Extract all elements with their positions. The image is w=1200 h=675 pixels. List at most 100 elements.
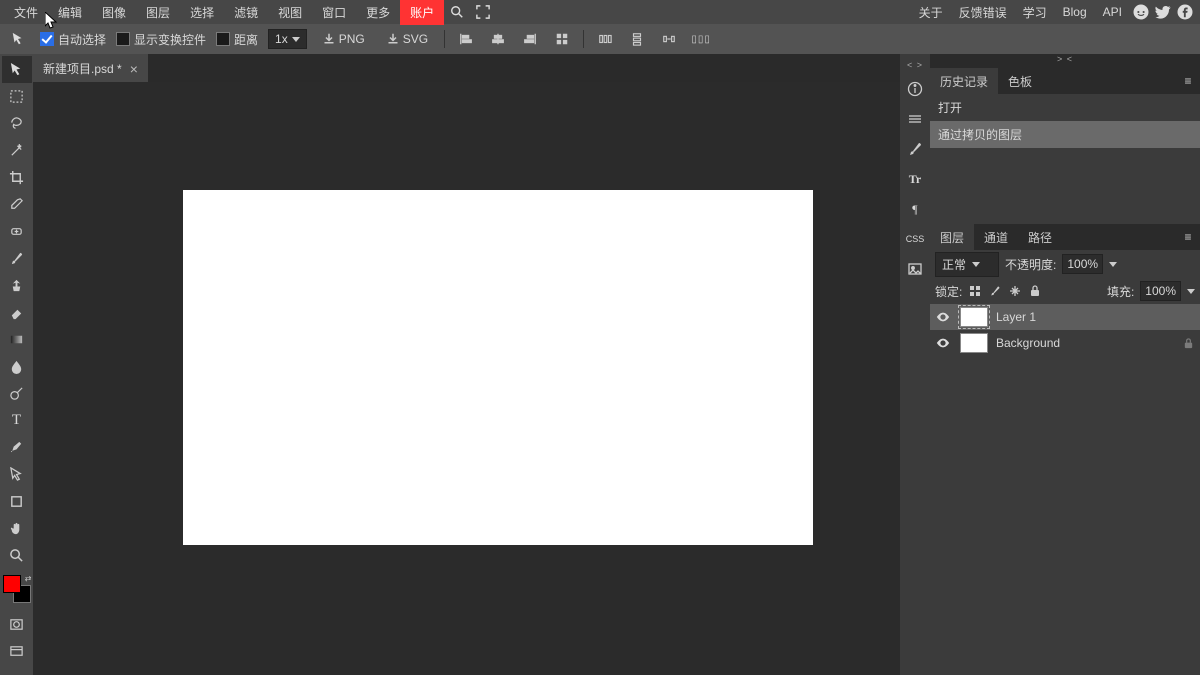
lock-brush-icon[interactable] xyxy=(988,284,1002,298)
align-center-h-icon[interactable] xyxy=(487,28,509,50)
lock-pixels-icon[interactable] xyxy=(968,284,982,298)
history-item[interactable]: 通过拷贝的图层 xyxy=(930,121,1200,148)
reddit-icon[interactable] xyxy=(1130,3,1152,21)
menu-file[interactable]: 文件 xyxy=(4,0,48,25)
panel-menu-icon[interactable]: ≡ xyxy=(1176,224,1200,250)
distribute-h-icon[interactable] xyxy=(594,28,616,50)
dock-image-icon[interactable] xyxy=(901,255,929,283)
tool-brush[interactable] xyxy=(2,245,32,272)
twitter-icon[interactable] xyxy=(1152,3,1174,21)
align-right-icon[interactable] xyxy=(519,28,541,50)
menu-layer[interactable]: 图层 xyxy=(136,0,180,25)
tool-eyedropper[interactable] xyxy=(2,191,32,218)
tab-swatches[interactable]: 色板 xyxy=(998,68,1042,94)
distance-checkbox[interactable]: 距离 xyxy=(216,31,258,48)
tool-gradient[interactable] xyxy=(2,326,32,353)
link-feedback[interactable]: 反馈错误 xyxy=(951,0,1015,25)
panel-menu-icon[interactable]: ≡ xyxy=(1176,68,1200,94)
tool-pen[interactable] xyxy=(2,434,32,461)
fullscreen-icon[interactable] xyxy=(470,0,496,24)
distribute-more-icon[interactable]: ▯▯▯ xyxy=(690,28,712,50)
history-item[interactable]: 打开 xyxy=(930,94,1200,121)
tab-history[interactable]: 历史记录 xyxy=(930,68,998,94)
canvas[interactable] xyxy=(183,190,813,545)
distribute-space-icon[interactable] xyxy=(658,28,680,50)
tab-layers[interactable]: 图层 xyxy=(930,224,974,250)
foreground-color[interactable] xyxy=(3,575,21,593)
menu-select[interactable]: 选择 xyxy=(180,0,224,25)
export-png-button[interactable]: PNG xyxy=(317,29,371,49)
tool-crop[interactable] xyxy=(2,164,32,191)
dock-collapse-right[interactable]: > < xyxy=(930,54,1200,68)
tool-marquee[interactable] xyxy=(2,83,32,110)
tool-type[interactable]: T xyxy=(2,407,32,434)
facebook-icon[interactable] xyxy=(1174,3,1196,21)
document-tab[interactable]: 新建项目.psd * × xyxy=(33,54,148,82)
swap-colors-icon[interactable]: ⇄ xyxy=(25,574,32,583)
opacity-input[interactable]: 100% xyxy=(1062,254,1103,274)
tab-channels[interactable]: 通道 xyxy=(974,224,1018,250)
tool-path-select[interactable] xyxy=(2,461,32,488)
align-left-icon[interactable] xyxy=(455,28,477,50)
show-transform-checkbox[interactable]: 显示变换控件 xyxy=(116,31,206,48)
menu-edit[interactable]: 编辑 xyxy=(48,0,92,25)
tool-move[interactable] xyxy=(2,56,32,83)
history-panel-tabs: 历史记录 色板 ≡ xyxy=(930,68,1200,94)
dock-expand-left[interactable]: < > xyxy=(900,60,930,74)
auto-select-checkbox[interactable]: 自动选择 xyxy=(40,31,106,48)
tool-wand[interactable] xyxy=(2,137,32,164)
layer-visibility-icon[interactable] xyxy=(936,310,952,324)
menu-account[interactable]: 账户 xyxy=(400,0,444,25)
fill-input[interactable]: 100% xyxy=(1140,281,1181,301)
layer-thumbnail[interactable] xyxy=(960,333,988,353)
dock-css-icon[interactable]: CSS xyxy=(901,225,929,253)
link-learn[interactable]: 学习 xyxy=(1015,0,1055,25)
dock-swatches-icon[interactable] xyxy=(901,105,929,133)
canvas-area[interactable] xyxy=(33,82,900,675)
layer-name[interactable]: Layer 1 xyxy=(996,310,1036,324)
export-scale-select[interactable]: 1x xyxy=(268,29,307,49)
tool-dodge[interactable] xyxy=(2,380,32,407)
opacity-slider-toggle[interactable] xyxy=(1109,262,1117,267)
tool-quickmask[interactable] xyxy=(2,611,32,638)
move-tool-icon[interactable] xyxy=(6,27,30,51)
tool-zoom[interactable] xyxy=(2,542,32,569)
tool-heal[interactable] xyxy=(2,218,32,245)
layer-visibility-icon[interactable] xyxy=(936,336,952,350)
lock-position-icon[interactable] xyxy=(1008,284,1022,298)
export-svg-button[interactable]: SVG xyxy=(381,29,434,49)
tool-screenmode[interactable] xyxy=(2,638,32,665)
close-icon[interactable]: × xyxy=(130,61,138,77)
menu-more[interactable]: 更多 xyxy=(356,0,400,25)
align-more-icon[interactable] xyxy=(551,28,573,50)
link-api[interactable]: API xyxy=(1095,1,1130,23)
lock-all-icon[interactable] xyxy=(1028,284,1042,298)
tool-eraser[interactable] xyxy=(2,299,32,326)
distribute-v-icon[interactable] xyxy=(626,28,648,50)
menu-view[interactable]: 视图 xyxy=(268,0,312,25)
link-blog[interactable]: Blog xyxy=(1055,1,1095,23)
layer-row[interactable]: Layer 1 xyxy=(930,304,1200,330)
tool-hand[interactable] xyxy=(2,515,32,542)
menu-image[interactable]: 图像 xyxy=(92,0,136,25)
layer-row[interactable]: Background xyxy=(930,330,1200,356)
search-icon[interactable] xyxy=(444,0,470,24)
fill-slider-toggle[interactable] xyxy=(1187,289,1195,294)
separator xyxy=(444,30,445,48)
dock-info-icon[interactable] xyxy=(901,75,929,103)
tab-paths[interactable]: 路径 xyxy=(1018,224,1062,250)
layer-thumbnail[interactable] xyxy=(960,307,988,327)
dock-brush-icon[interactable] xyxy=(901,135,929,163)
blend-mode-select[interactable]: 正常 xyxy=(935,252,999,277)
tool-blur[interactable] xyxy=(2,353,32,380)
layer-name[interactable]: Background xyxy=(996,336,1060,350)
color-swatches[interactable]: ⇄ xyxy=(3,575,31,603)
tool-shape[interactable] xyxy=(2,488,32,515)
tool-clone[interactable] xyxy=(2,272,32,299)
menu-filter[interactable]: 滤镜 xyxy=(224,0,268,25)
menu-window[interactable]: 窗口 xyxy=(312,0,356,25)
dock-character-icon[interactable]: Tr xyxy=(901,165,929,193)
tool-lasso[interactable] xyxy=(2,110,32,137)
link-about[interactable]: 关于 xyxy=(911,0,951,25)
dock-paragraph-icon[interactable]: ¶ xyxy=(901,195,929,223)
